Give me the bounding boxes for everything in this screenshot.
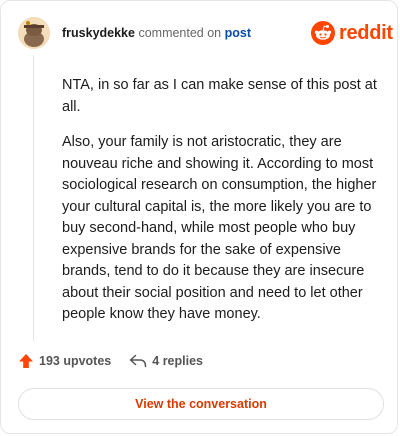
user-avatar[interactable] xyxy=(18,17,50,49)
comment-header: fruskydekke commented on post xyxy=(62,26,251,40)
upvote-arrow-icon xyxy=(19,354,33,368)
comment-embed-card: fruskydekke commented on post reddit NTA… xyxy=(0,0,398,434)
reply-count: 4 replies xyxy=(152,354,203,368)
reddit-brand[interactable]: reddit xyxy=(311,21,393,45)
username-link[interactable]: fruskydekke xyxy=(62,26,135,40)
header-action-text: commented on xyxy=(138,26,222,40)
upvote-stat[interactable]: 193 upvotes xyxy=(18,353,111,369)
view-conversation-button[interactable]: View the conversation xyxy=(18,388,384,420)
post-link[interactable]: post xyxy=(225,26,251,40)
comment-paragraph-1: NTA, in so far as I can make sense of th… xyxy=(62,77,377,115)
reddit-logo-icon xyxy=(311,21,335,45)
comment-paragraph-2: Also, your family is not aristocratic, t… xyxy=(62,134,377,322)
avatar-icon xyxy=(18,17,50,49)
thread-line xyxy=(33,55,34,341)
brand-wordmark: reddit xyxy=(339,22,393,44)
replies-stat[interactable]: 4 replies xyxy=(129,354,203,368)
comment-stats: 193 upvotes 4 replies xyxy=(18,353,203,369)
upvote-count: 193 upvotes xyxy=(39,354,112,368)
reply-arrow-icon xyxy=(130,354,147,368)
comment-body: NTA, in so far as I can make sense of th… xyxy=(62,75,388,340)
